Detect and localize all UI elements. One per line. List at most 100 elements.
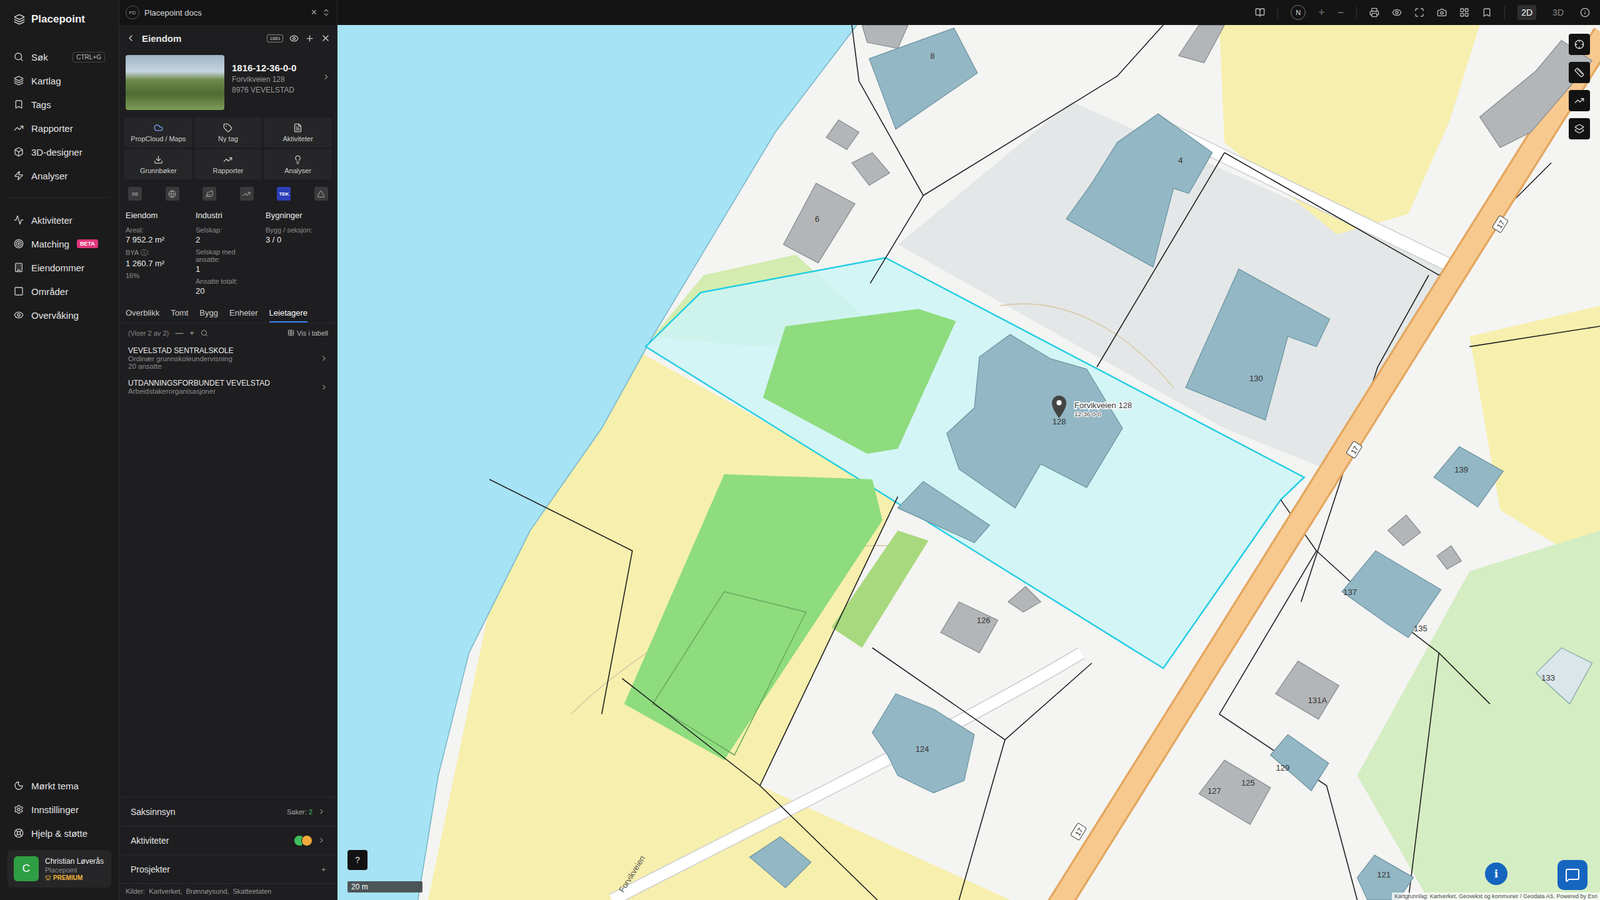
source-link[interactable]: Kartverket, [148,887,182,895]
property-pin[interactable]: 128Forvikveien 12812-36-0-0 [1051,395,1132,427]
section-title: Aktiviteter [130,835,289,846]
tab[interactable]: Bygg [199,304,219,323]
map-column: N +− 2D 3D 846130126124139137135131A13312912… [337,0,1600,900]
info-icon[interactable] [1580,7,1590,18]
nav-item[interactable]: Innstillinger [0,797,119,822]
layer-chip[interactable] [240,186,254,201]
action-button[interactable]: Ny tag [194,117,263,148]
collapse-button[interactable]: — [175,328,184,338]
nav-item[interactable]: Eiendommer [0,255,119,280]
doc-tab[interactable]: PDPlacepoint docs× [119,0,337,25]
map-tool-button[interactable] [1568,90,1590,112]
map-tool-button[interactable] [1568,33,1590,55]
tab[interactable]: Leietagere [269,304,308,323]
section-row[interactable]: Aktiviteter [119,825,337,855]
layer-icon [205,190,214,199]
layer-chip[interactable] [202,186,217,201]
doc-icon[interactable] [1255,7,1265,18]
nav-item[interactable]: Analyser [0,163,119,188]
nav-icon [13,828,24,839]
svg-text:17: 17 [1073,826,1085,837]
action-button[interactable]: PropCloud / Maps [124,117,193,148]
tab[interactable]: Tomt [170,304,189,323]
action-button[interactable]: Analyser [263,149,332,180]
user-name: Christian Løverås [45,856,104,866]
close-icon[interactable] [320,33,331,44]
map-label: 133 [1541,673,1555,683]
camera-icon[interactable] [1436,7,1447,18]
map-drawing[interactable]: 846130126124139137135131A133129127125121… [337,25,1600,900]
bookmark-icon[interactable] [1481,7,1492,18]
map-toolbar: N +− 2D 3D [337,0,1600,25]
nav-item[interactable]: 3D-designer [0,140,119,164]
layer-chip[interactable]: SE [128,186,142,201]
add-icon[interactable] [305,33,315,44]
layer-icon [316,190,325,199]
doc-close[interactable]: × [311,6,317,19]
eye-icon[interactable] [1391,7,1402,18]
compass-button[interactable]: N [1290,5,1306,20]
doc-title: Placepoint docs [144,8,307,18]
search-icon[interactable] [200,329,209,337]
nav-item[interactable]: Rapporter [0,116,119,140]
map-tool-button[interactable] [1568,118,1590,140]
nav-item[interactable]: Overvåking [0,303,119,327]
tenant-industry: Ordinær grunnskoleundervisning [128,355,320,363]
print-icon[interactable] [1369,7,1380,18]
table-toggle[interactable]: Vis i tabell [287,329,329,337]
back-icon[interactable] [125,33,136,44]
section-row[interactable]: Prosjekter+ [119,854,337,884]
zoom-in-button[interactable]: + [1318,6,1325,20]
stat-value: 3 / 0 [265,235,331,245]
code-badge[interactable]: 1881 [266,34,284,43]
info-button[interactable]: i [1485,862,1508,885]
source-link[interactable]: Brønnøysund, [185,887,229,895]
map-label: 8 [930,51,935,61]
tab[interactable]: Enheter [229,304,259,323]
app-logo[interactable]: Placepoint [0,0,119,39]
nav-item[interactable]: Tags [0,92,119,117]
action-button[interactable]: Grunnbøker [124,149,193,180]
layer-chip[interactable] [165,186,180,201]
map-canvas[interactable]: 846130126124139137135131A133129127125121… [337,25,1600,900]
nav-item[interactable]: SøkCTRL+G [0,45,119,69]
source-link[interactable]: Skatteetaten [232,887,272,895]
grid-icon[interactable] [1459,7,1470,18]
nav-item[interactable]: Mørkt tema [0,773,119,798]
mini-avatar [301,835,313,847]
tenant-employees: 20 ansatte [128,362,320,370]
nav-primary: SøkCTRL+GKartlagTagsRapporter3D-designer… [0,38,119,194]
eye-icon[interactable] [289,33,299,44]
tenant-row[interactable]: VEVELSTAD SENTRALSKOLEOrdinær grunnskole… [119,342,337,375]
layer-icon [168,190,177,199]
nav-item[interactable]: Områder [0,279,119,304]
user-card[interactable]: CChristian LøveråsPlacepointPREMIUM [7,850,112,888]
map-tool-button[interactable] [1568,61,1590,84]
layer-chip[interactable]: TEK [276,186,291,201]
nav-icon [13,310,24,320]
nav-item[interactable]: Kartlag [0,68,119,93]
tab-bar: Overblikk Tomt Bygg Enheter Leietagere [119,304,337,324]
chevron-icon [320,354,329,363]
map-label: 139 [1454,465,1469,475]
action-button[interactable]: Aktiviteter [263,117,332,148]
section-row[interactable]: SaksinnsynSaker: 2 [119,796,337,826]
chat-button[interactable] [1557,860,1588,890]
section-action[interactable]: + [321,865,326,874]
tenant-row[interactable]: UTDANNINGSFORBUNDET VEVELSTADArbeidstake… [119,375,337,400]
nav-item[interactable]: Aktiviteter [0,208,119,232]
help-button[interactable]: ? [347,850,368,870]
view-mode-button[interactable]: 3D [1548,5,1568,20]
expand-icon[interactable] [321,8,331,17]
tab[interactable]: Overblikk [125,304,160,323]
nav-item[interactable]: Hjelp & støtte [0,821,119,845]
fullscreen-icon[interactable] [1414,7,1425,18]
zoom-out-button[interactable]: − [1337,6,1345,20]
nav-icon [13,123,24,134]
add-button[interactable]: + [189,328,195,338]
action-button[interactable]: Rapporter [194,149,263,180]
nav-item[interactable]: MatchingBETA [0,231,119,256]
property-card[interactable]: 1816-12-36-0-0Forvikveien 1288976 VEVELS… [119,51,337,115]
view-mode-button[interactable]: 2D [1517,5,1537,20]
layer-chip[interactable] [314,186,329,201]
